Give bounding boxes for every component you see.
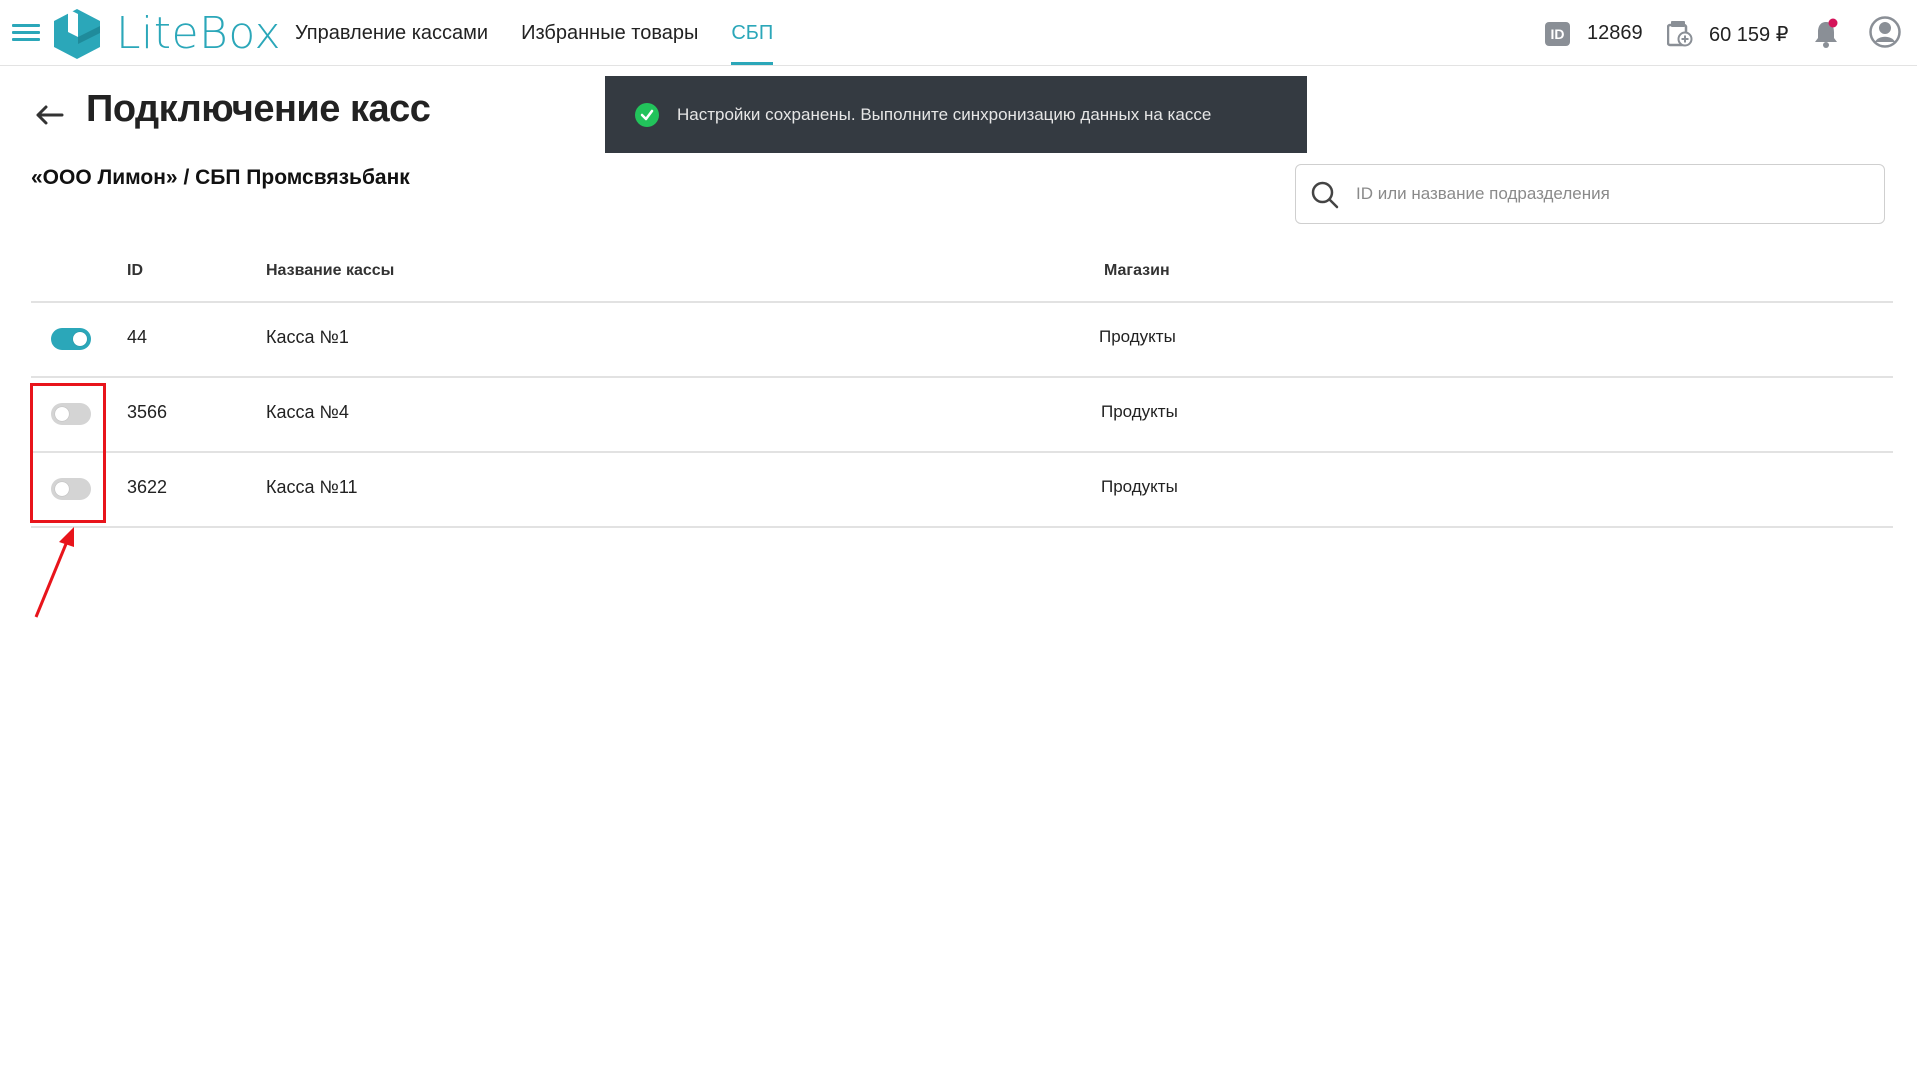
id-icon: ID xyxy=(1545,22,1570,46)
page-title: Подключение касс xyxy=(86,88,431,130)
connect-toggle[interactable] xyxy=(51,328,91,350)
litebox-logo-icon xyxy=(54,9,100,59)
back-arrow-icon[interactable] xyxy=(32,98,66,132)
register-name: Касса №4 xyxy=(266,402,349,422)
nav-favorite-products[interactable]: Избранные товары xyxy=(521,0,698,65)
success-toast: Настройки сохранены. Выполните синхрониз… xyxy=(605,76,1307,153)
cash-registers-table: ID Название кассы Магазин 44 Касса №1 Пр… xyxy=(31,240,1893,528)
table-row: 44 Касса №1 Продукты xyxy=(31,303,1893,378)
search-icon xyxy=(1311,181,1339,209)
balance-amount: 60 159 ₽ xyxy=(1709,24,1789,46)
table-row: 3566 Касса №4 Продукты xyxy=(31,378,1893,453)
register-name: Касса №1 xyxy=(266,327,349,347)
register-shop: Продукты xyxy=(1101,402,1178,421)
register-name: Касса №11 xyxy=(266,477,358,497)
table-row: 3622 Касса №11 Продукты xyxy=(31,453,1893,528)
table-header: ID Название кассы Магазин xyxy=(31,240,1893,303)
check-circle-icon xyxy=(635,102,659,127)
menu-icon[interactable] xyxy=(12,24,40,42)
column-name: Название кассы xyxy=(266,262,395,279)
search-input[interactable] xyxy=(1356,165,1876,223)
register-shop: Продукты xyxy=(1101,477,1178,496)
brand-name: LiteBox xyxy=(116,7,281,59)
notifications-bell-icon[interactable] xyxy=(1813,18,1839,48)
register-shop: Продукты xyxy=(1099,327,1176,346)
register-id: 44 xyxy=(127,327,148,347)
main-nav: Управление кассами Избранные товары СБП xyxy=(295,0,806,65)
wallet-icon[interactable] xyxy=(1667,20,1693,48)
search-box[interactable] xyxy=(1295,164,1885,224)
user-avatar-icon[interactable] xyxy=(1869,16,1901,48)
account-id: 12869 xyxy=(1587,22,1643,44)
column-id: ID xyxy=(127,262,143,279)
column-shop: Магазин xyxy=(1104,262,1170,279)
nav-sbp[interactable]: СБП xyxy=(731,0,773,65)
account-area: ID 12869 60 159 ₽ xyxy=(1517,0,1917,65)
register-id: 3566 xyxy=(127,402,168,422)
nav-cash-registers[interactable]: Управление кассами xyxy=(295,0,488,65)
register-id: 3622 xyxy=(127,477,168,497)
toast-message: Настройки сохранены. Выполните синхрониз… xyxy=(677,104,1212,124)
annotation-arrow-icon xyxy=(34,527,74,618)
logo[interactable]: LiteBox xyxy=(52,6,281,60)
page-subtitle: «ООО Лимон» / СБП Промсвязьбанк xyxy=(31,166,410,189)
top-bar: LiteBox Управление кассами Избранные тов… xyxy=(0,0,1917,66)
annotation-highlight-box xyxy=(30,383,106,523)
